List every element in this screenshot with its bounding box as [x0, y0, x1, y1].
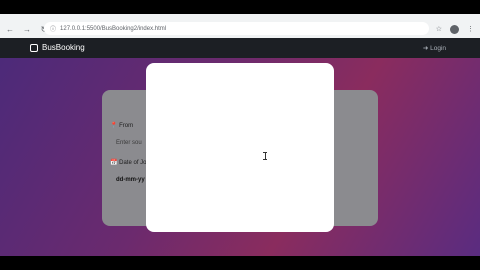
date-label: 📅 Date of Jo	[110, 160, 147, 166]
text-cursor-icon	[263, 152, 267, 160]
from-label: 📍 From	[110, 123, 134, 129]
profile-avatar[interactable]: L	[450, 24, 459, 34]
address-row: ← → ↻ ⓘ 127.0.0.1:5500/BusBooking2/index…	[0, 20, 480, 38]
from-input[interactable]: Enter sou	[116, 140, 142, 146]
site-info-icon[interactable]: ⓘ	[50, 24, 56, 33]
screen: ← → ↻ ⓘ 127.0.0.1:5500/BusBooking2/index…	[0, 0, 480, 270]
bus-icon	[30, 43, 38, 52]
bookmark-star-icon[interactable]: ☆	[436, 25, 442, 33]
modal-dialog[interactable]	[146, 63, 334, 232]
menu-icon[interactable]: ⋮	[467, 25, 474, 33]
brand[interactable]: BusBooking	[30, 43, 85, 52]
brand-label: BusBooking	[42, 43, 85, 52]
navbar: BusBooking ➜ Login	[0, 38, 480, 58]
forward-icon[interactable]: →	[20, 22, 34, 36]
login-link[interactable]: ➜ Login	[423, 44, 446, 52]
date-input[interactable]: dd-mm-yy	[116, 177, 145, 183]
toolbar-right: ☆ L ⋮	[436, 22, 474, 36]
address-bar[interactable]: ⓘ 127.0.0.1:5500/BusBooking2/index.html	[44, 22, 429, 35]
back-icon[interactable]: ←	[3, 22, 17, 36]
url-text[interactable]: 127.0.0.1:5500/BusBooking2/index.html	[60, 26, 166, 32]
